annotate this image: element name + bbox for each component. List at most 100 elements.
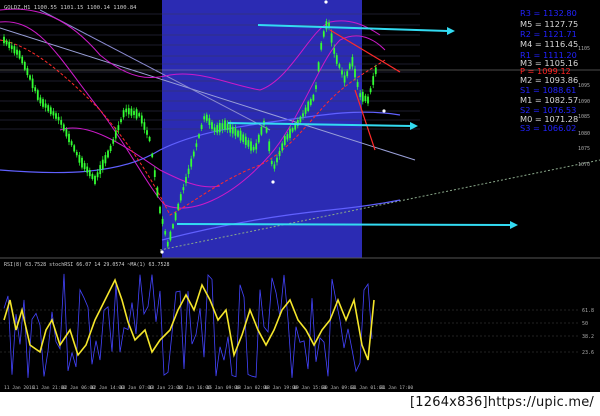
candle-body [283, 136, 286, 145]
candle-body [174, 212, 177, 221]
candle-body [226, 123, 229, 130]
candle-body [239, 130, 242, 141]
candle-body [242, 134, 245, 142]
candle-body [29, 75, 31, 80]
candle-body [156, 187, 159, 197]
candle-body [359, 93, 362, 98]
low-marker [160, 250, 164, 254]
candle-body [104, 155, 107, 164]
candle-body [234, 128, 237, 136]
pivot-level-labels: R3 = 1132.80M5 = 1127.75R2 = 1121.71M4 =… [520, 8, 578, 133]
candle-body [372, 76, 375, 85]
pivot-label-m1: M1 = 1082.57 [520, 95, 578, 105]
candle-body [117, 125, 120, 131]
candle-body [200, 124, 203, 130]
candle-body [291, 128, 294, 132]
pivot-label-r3: R3 = 1132.80 [520, 8, 577, 18]
candle-body [315, 85, 317, 90]
candle-body [120, 119, 122, 123]
candle-body [78, 154, 81, 163]
candle-body [143, 122, 146, 130]
trading-chart-screenshot: GOLDZ,H1 1100.55 1101.15 1100.14 1100.84… [0, 0, 600, 416]
candle-body [309, 99, 312, 105]
candle-body [260, 126, 263, 135]
candle-body [304, 107, 307, 114]
candle-body [369, 88, 372, 93]
candle-body [229, 124, 232, 133]
candle-body [203, 116, 206, 120]
candle-body [179, 194, 182, 201]
candle-body [146, 130, 148, 135]
candle-body [122, 110, 125, 118]
candle-body [185, 176, 187, 184]
candle-body [361, 91, 364, 102]
candle-body [335, 55, 338, 64]
candle-body [57, 116, 60, 121]
candle-body [26, 68, 29, 76]
candle-body [73, 145, 76, 152]
price-tick-label: 1070 [578, 162, 590, 168]
indicator-legend: RSI(8) 63.7528 stochRSI 66.07 14 29.0574… [4, 262, 170, 268]
candle-body [211, 122, 213, 129]
candle-body [16, 49, 18, 55]
candle-body [247, 140, 250, 147]
candle-body [52, 111, 55, 116]
candle-body [198, 134, 200, 138]
indicator-tick-label: 61.8 [582, 308, 594, 314]
time-tick-label: 21 Jan 17:00 [380, 385, 413, 391]
candle-body [86, 166, 89, 173]
price-tick-label: 1075 [578, 146, 590, 152]
candle-body [44, 103, 47, 108]
candle-body [286, 134, 289, 140]
candle-body [190, 158, 193, 167]
chart-canvas: GOLDZ,H1 1100.55 1101.15 1100.14 1100.84… [0, 0, 600, 392]
candle-body [312, 94, 315, 101]
candle-body [265, 127, 268, 133]
candle-body [140, 115, 143, 124]
candle-body [161, 218, 164, 224]
indicator-tick-label: 38.2 [582, 334, 594, 340]
candle-body [213, 127, 216, 132]
candle-body [68, 133, 70, 143]
price-tick-label: 1080 [578, 131, 590, 137]
candle-body [273, 164, 276, 169]
candle-body [34, 87, 37, 92]
candle-body [5, 40, 8, 45]
candle-body [159, 206, 161, 214]
candle-body [31, 78, 34, 89]
price-tick-label: 1105 [578, 46, 590, 52]
candle-body [276, 157, 278, 163]
candle-body [195, 143, 198, 147]
image-caption: [1264x836]https://upic.me/ [410, 395, 594, 410]
arrow-bottom-line [176, 223, 513, 226]
high-marker [324, 0, 328, 4]
candle-body [75, 151, 78, 156]
candle-body [216, 125, 219, 133]
candle-body [354, 68, 356, 78]
candle-body [208, 118, 211, 125]
candle-body [244, 136, 247, 145]
candle-body [8, 41, 11, 48]
pivot-label-m5: M5 = 1127.75 [520, 19, 578, 29]
current-marker [382, 109, 386, 113]
candle-body [83, 163, 86, 170]
candle-body [60, 120, 63, 125]
candle-body [307, 101, 310, 111]
candle-body [187, 168, 190, 175]
candle-body [205, 114, 208, 121]
price-tick-label: 1095 [578, 83, 590, 89]
candle-body [252, 146, 255, 151]
candle-body [96, 172, 99, 178]
candle-body [130, 108, 133, 116]
candle-body [224, 120, 226, 130]
candle-body [356, 82, 359, 87]
candle-body [289, 128, 291, 138]
candle-body [169, 231, 172, 241]
candle-body [231, 126, 234, 134]
candle-body [278, 150, 281, 157]
candle-body [320, 42, 323, 50]
candle-body [317, 62, 320, 72]
candle-body [182, 187, 185, 191]
price-tick-label: 1085 [578, 114, 590, 120]
price-tick-label: 1090 [578, 99, 590, 105]
